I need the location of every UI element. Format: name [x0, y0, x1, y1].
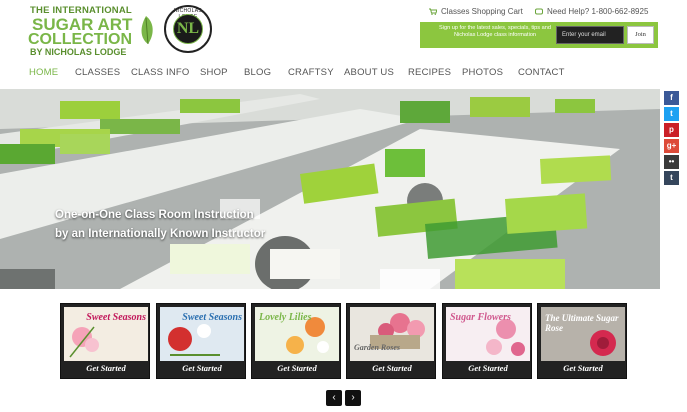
newsletter-signup: Sign up for the latest sales, specials, …: [420, 22, 658, 48]
nav-craftsy[interactable]: CRAFTSY: [288, 67, 334, 78]
cart-link-label: Classes Shopping Cart: [441, 7, 523, 16]
nav-photos[interactable]: PHOTOS: [462, 67, 503, 78]
course-title: Sugar Flowers: [450, 312, 511, 323]
nav-classes[interactable]: CLASSES: [75, 67, 120, 78]
course-image: The Ultimate Sugar Rose: [541, 307, 625, 361]
page: THE INTERNATIONAL SUGAR ART COLLECTION B…: [0, 0, 687, 412]
nav-about-us[interactable]: ABOUT US: [344, 67, 394, 78]
pinterest-icon[interactable]: p: [664, 123, 679, 137]
nav-recipes[interactable]: RECIPES: [408, 67, 451, 78]
cart-link[interactable]: Classes Shopping Cart: [429, 7, 523, 16]
course-card[interactable]: Lovely Lilies Get Started: [251, 303, 341, 379]
email-input[interactable]: Enter your email: [556, 26, 624, 44]
course-card[interactable]: Sweet Seasons Get Started: [156, 303, 246, 379]
join-button[interactable]: Join: [627, 26, 654, 44]
carousel-prev-button[interactable]: ‹: [326, 390, 342, 406]
course-title: Sweet Seasons: [182, 312, 242, 323]
course-thumbnails: Sweet Seasons Get Started Sweet Seasons …: [60, 303, 630, 379]
nicholas-lodge-badge[interactable]: NICHOLAS LODGE NL: [164, 5, 212, 53]
flickr-icon[interactable]: ••: [664, 155, 679, 169]
course-image: Lovely Lilies: [255, 307, 339, 361]
nav-shop[interactable]: SHOP: [200, 67, 228, 78]
tumblr-icon[interactable]: t: [664, 171, 679, 185]
course-image: Sweet Seasons: [160, 307, 244, 361]
site-logo[interactable]: THE INTERNATIONAL SUGAR ART COLLECTION B…: [28, 4, 156, 58]
hero-banner[interactable]: One-on-One Class Room Instruction by an …: [0, 89, 660, 289]
course-card[interactable]: Sweet Seasons Get Started: [60, 303, 150, 379]
nav-contact[interactable]: CONTACT: [518, 67, 565, 78]
help-link-label: Need Help? 1-800-662-8925: [547, 7, 649, 16]
course-title: The Ultimate Sugar Rose: [545, 313, 619, 333]
hero-caption: One-on-One Class Room Instruction by an …: [55, 206, 265, 244]
badge-monogram: NL: [173, 14, 203, 44]
hero-caption-line-1: One-on-One Class Room Instruction: [55, 209, 254, 221]
nav-class-info[interactable]: CLASS INFO: [131, 67, 190, 78]
nav-home[interactable]: HOME: [29, 67, 58, 78]
get-started-button[interactable]: Get Started: [350, 361, 434, 376]
course-image: Sweet Seasons: [64, 307, 148, 361]
hero-caption-line-2: by an Internationally Known Instructor: [55, 228, 266, 240]
help-link[interactable]: Need Help? 1-800-662-8925: [535, 7, 648, 16]
course-card[interactable]: Sugar Flowers Get Started: [442, 303, 532, 379]
cart-icon: [429, 8, 437, 15]
main-nav: HOME CLASSES CLASS INFO SHOP BLOG CRAFTS…: [0, 64, 687, 84]
signup-text: Sign up for the latest sales, specials, …: [439, 25, 551, 38]
course-title: Sweet Seasons: [86, 312, 146, 323]
get-started-button[interactable]: Get Started: [64, 361, 148, 376]
course-title: Garden Roses: [354, 343, 401, 352]
facebook-icon[interactable]: f: [664, 91, 679, 105]
get-started-button[interactable]: Get Started: [446, 361, 530, 376]
course-card[interactable]: Garden Roses Get Started: [346, 303, 436, 379]
phone-icon: [535, 8, 543, 15]
course-image: Garden Roses: [350, 307, 434, 361]
twitter-icon[interactable]: t: [664, 107, 679, 121]
course-title: Lovely Lilies: [259, 312, 312, 323]
logo-line-4: BY NICHOLAS LODGE: [30, 47, 127, 57]
nav-blog[interactable]: BLOG: [244, 67, 271, 78]
classroom-photo: [0, 89, 660, 289]
get-started-button[interactable]: Get Started: [541, 361, 625, 376]
google-plus-icon[interactable]: g+: [664, 139, 679, 153]
course-image: Sugar Flowers: [446, 307, 530, 361]
leaf-icon: [141, 16, 153, 45]
course-card[interactable]: The Ultimate Sugar Rose Get Started: [537, 303, 627, 379]
get-started-button[interactable]: Get Started: [160, 361, 244, 376]
get-started-button[interactable]: Get Started: [255, 361, 339, 376]
carousel-next-button[interactable]: ›: [345, 390, 361, 406]
